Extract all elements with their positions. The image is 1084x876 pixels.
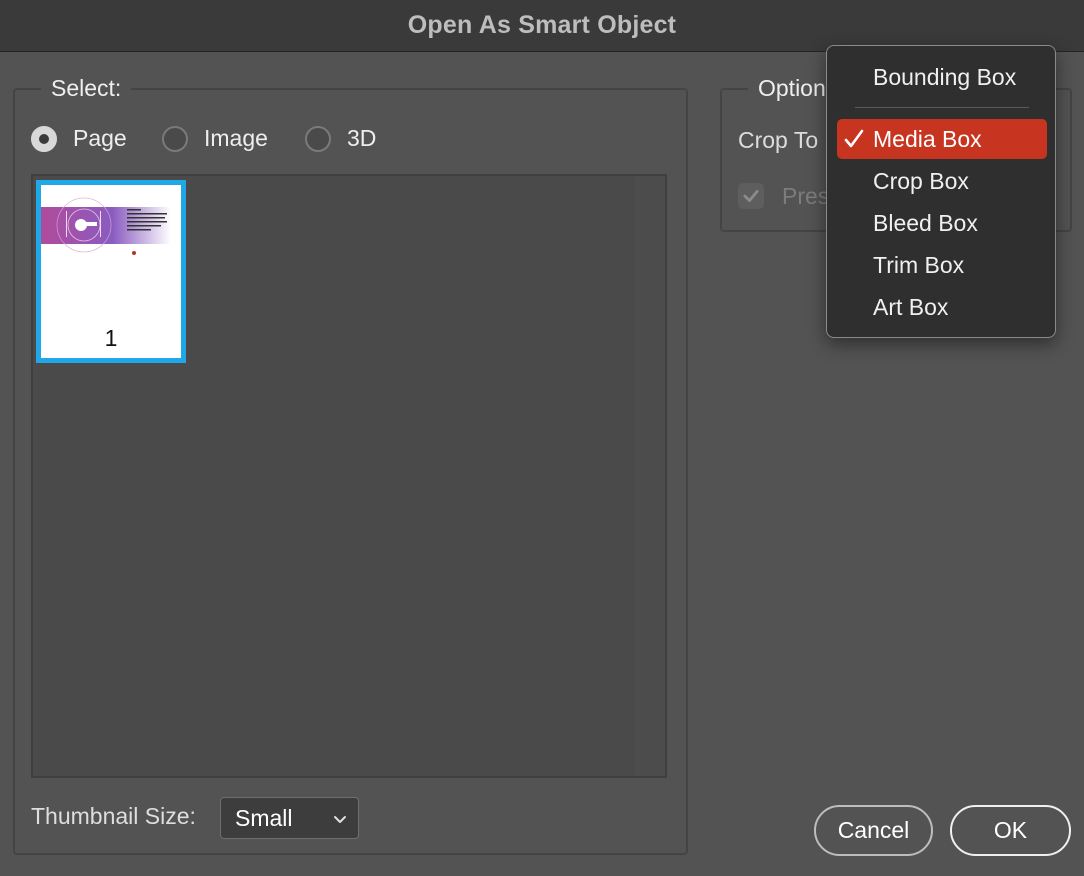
crop-to-label: Crop To — [738, 127, 819, 153]
menu-item-crop-box[interactable]: Crop Box — [837, 161, 1047, 201]
options-group-label: Option — [748, 75, 836, 102]
open-as-smart-object-dialog: Open As Smart Object Select: Page Image … — [0, 0, 1084, 876]
preserve-label: Pres — [782, 183, 830, 209]
radio-page[interactable]: Page — [31, 125, 127, 152]
cancel-button[interactable]: Cancel — [814, 805, 933, 856]
menu-item-label: Bleed Box — [873, 209, 978, 236]
checkmark-icon — [844, 129, 864, 148]
menu-item-trim-box[interactable]: Trim Box — [837, 245, 1047, 285]
radio-button-page[interactable] — [31, 125, 57, 152]
menu-item-label: Media Box — [873, 125, 982, 152]
menu-item-bounding-box[interactable]: Bounding Box — [837, 57, 1047, 97]
radio-3d[interactable]: 3D — [305, 125, 376, 152]
checkmark-icon — [743, 190, 759, 202]
menu-separator — [855, 107, 1029, 108]
crop-to-menu: Bounding Box Media Box Crop Box Bleed Bo… — [826, 45, 1056, 338]
radio-image[interactable]: Image — [162, 125, 268, 152]
page-number: 1 — [104, 325, 118, 351]
preserve-checkbox[interactable] — [738, 183, 764, 209]
menu-item-label: Art Box — [873, 293, 949, 320]
ok-button[interactable]: OK — [950, 805, 1071, 856]
select-group-label: Select: — [41, 75, 132, 102]
thumbnail-size-select[interactable]: Small — [220, 797, 359, 839]
radio-label-image: Image — [204, 125, 268, 151]
thumbnail-size-value: Small — [235, 804, 293, 831]
radio-button-image[interactable] — [162, 125, 188, 152]
menu-item-label: Bounding Box — [873, 63, 1017, 90]
menu-item-label: Trim Box — [873, 251, 965, 278]
radio-label-page: Page — [73, 125, 127, 151]
menu-item-label: Crop Box — [873, 167, 969, 194]
radio-label-3d: 3D — [347, 125, 377, 151]
menu-item-bleed-box[interactable]: Bleed Box — [837, 203, 1047, 243]
menu-item-art-box[interactable]: Art Box — [837, 287, 1047, 327]
page-thumbnail[interactable]: 1 — [36, 180, 186, 363]
dialog-title: Open As Smart Object — [407, 11, 677, 39]
chevron-down-icon — [334, 816, 346, 823]
radio-button-3d[interactable] — [305, 125, 331, 152]
thumbnail-scrollbar[interactable] — [633, 176, 665, 776]
thumbnail-pane[interactable]: 1 — [31, 174, 667, 778]
menu-item-media-box[interactable]: Media Box — [837, 119, 1047, 159]
thumbnail-size-label: Thumbnail Size: — [31, 803, 196, 829]
